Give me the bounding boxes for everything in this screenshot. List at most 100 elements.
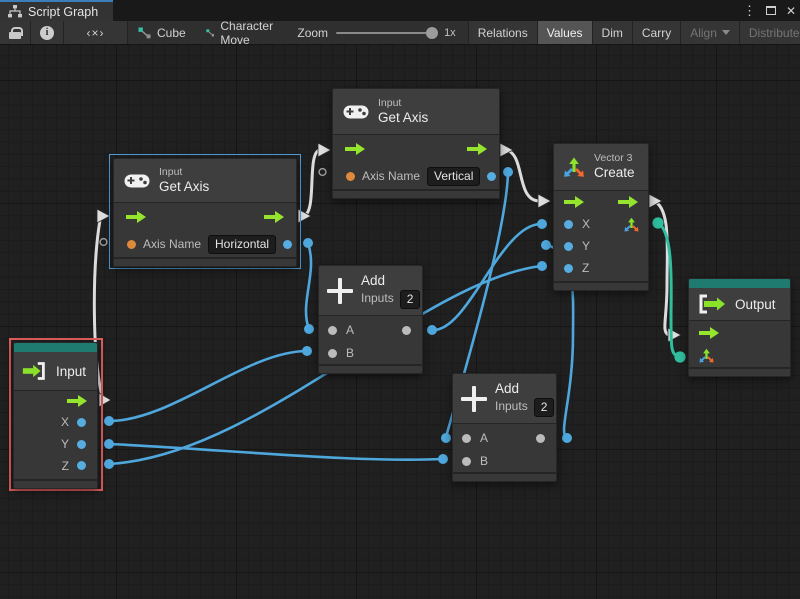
flow-out-port[interactable] xyxy=(264,211,284,224)
result-port[interactable] xyxy=(487,172,496,181)
node-subtitle: Input xyxy=(378,97,428,110)
axis-name-field[interactable]: Horizontal xyxy=(208,235,276,254)
zoom-value: 1x xyxy=(444,27,456,39)
node-input[interactable]: Input X Y Z xyxy=(13,342,98,489)
port-b[interactable] xyxy=(328,349,337,358)
gamepad-icon xyxy=(124,172,150,189)
node-title: Create xyxy=(594,165,635,182)
port-a[interactable] xyxy=(328,326,337,335)
node-footer xyxy=(689,367,790,376)
lock-button[interactable] xyxy=(0,21,31,44)
port-x[interactable] xyxy=(564,220,573,229)
port-x[interactable] xyxy=(77,418,86,427)
script-graph-window: Script Graph ⋮ ✕ i ‹×› Cube xyxy=(0,0,800,599)
node-footer xyxy=(319,364,422,373)
inputs-field[interactable]: 2 xyxy=(400,290,421,309)
output-icon xyxy=(697,294,727,314)
vector3-icon xyxy=(562,155,586,179)
inputs-label: Inputs xyxy=(361,291,394,307)
node-get-axis-horizontal[interactable]: Input Get Axis Axis Name Horizontal xyxy=(113,158,297,267)
graph-toolbar: i ‹×› Cube Character Move Zoom 1x xyxy=(0,21,800,45)
unit-category-strip xyxy=(689,279,790,288)
info-button[interactable]: i xyxy=(31,21,64,44)
window-menu-icon[interactable]: ⋮ xyxy=(743,4,756,17)
node-title: Output xyxy=(735,297,776,312)
mini-graph-icon xyxy=(138,27,151,39)
align-dropdown[interactable]: Align xyxy=(681,21,740,44)
port-y-label: Y xyxy=(582,239,590,253)
axis-name-label: Axis Name xyxy=(143,237,201,251)
plus-icon xyxy=(327,278,353,304)
port-a[interactable] xyxy=(462,434,471,443)
axis-name-port[interactable] xyxy=(127,240,136,249)
vector3-input-port[interactable] xyxy=(698,347,715,364)
port-y[interactable] xyxy=(564,242,573,251)
tab-bar: Script Graph ⋮ ✕ xyxy=(0,0,800,21)
node-output[interactable]: Output xyxy=(688,278,791,377)
zoom-label: Zoom xyxy=(297,26,328,40)
maximize-icon[interactable] xyxy=(766,6,776,15)
sum-port[interactable] xyxy=(536,434,545,443)
variables-button[interactable]: ‹×› xyxy=(64,21,128,44)
flow-in-port[interactable] xyxy=(564,196,584,209)
values-button[interactable]: Values xyxy=(538,21,593,44)
port-b-label: B xyxy=(480,454,488,468)
tab-label: Script Graph xyxy=(28,5,98,19)
node-add-1[interactable]: Add Inputs 2 A B xyxy=(318,265,423,374)
vector3-output-port[interactable] xyxy=(623,216,640,233)
breadcrumb-cube[interactable]: Cube xyxy=(128,21,196,44)
zoom-slider[interactable] xyxy=(336,32,436,34)
chevron-down-icon xyxy=(722,30,730,35)
flow-out-port[interactable] xyxy=(467,143,487,156)
unit-category-strip xyxy=(14,343,97,352)
graph-tree-icon xyxy=(8,5,22,18)
inputs-field[interactable]: 2 xyxy=(534,398,555,417)
gamepad-icon xyxy=(343,103,369,120)
node-footer xyxy=(114,257,296,266)
breadcrumb-label: Cube xyxy=(157,26,186,40)
port-y[interactable] xyxy=(77,440,86,449)
port-z-label: Z xyxy=(582,261,589,275)
port-b[interactable] xyxy=(462,457,471,466)
port-y-label: Y xyxy=(61,437,69,451)
flow-out-port[interactable] xyxy=(618,196,638,209)
plus-icon xyxy=(461,386,487,412)
node-add-2[interactable]: Add Inputs 2 A B xyxy=(452,373,557,482)
info-icon: i xyxy=(40,26,54,40)
inputs-label: Inputs xyxy=(495,399,528,415)
node-vector3-create[interactable]: Vector 3 Create X Y Z xyxy=(553,143,649,291)
port-z[interactable] xyxy=(77,461,86,470)
node-subtitle: Vector 3 xyxy=(594,152,635,165)
port-z-label: Z xyxy=(62,459,69,473)
port-z[interactable] xyxy=(564,264,573,273)
flow-out-port[interactable] xyxy=(67,395,87,408)
mini-graph-icon xyxy=(206,27,215,39)
port-a-label: A xyxy=(480,431,488,445)
axis-name-label: Axis Name xyxy=(362,169,420,183)
port-a-label: A xyxy=(346,323,354,337)
axis-name-field[interactable]: Vertical xyxy=(427,167,480,186)
close-icon[interactable]: ✕ xyxy=(786,5,796,17)
result-port[interactable] xyxy=(283,240,292,249)
breadcrumb-label: Character Move xyxy=(220,19,277,47)
node-get-axis-vertical[interactable]: Input Get Axis Axis Name Vertical xyxy=(332,88,500,199)
flow-in-port[interactable] xyxy=(345,143,365,156)
node-footer xyxy=(554,281,648,290)
relations-button[interactable]: Relations xyxy=(469,21,538,44)
port-x-label: X xyxy=(61,415,69,429)
breadcrumb-character-move[interactable]: Character Move xyxy=(196,21,288,44)
node-footer xyxy=(453,472,556,481)
flow-in-port[interactable] xyxy=(126,211,146,224)
flow-in-port[interactable] xyxy=(699,327,719,340)
node-subtitle: Input xyxy=(159,166,209,179)
node-title: Add xyxy=(495,380,554,398)
tab-script-graph[interactable]: Script Graph xyxy=(0,0,113,21)
dim-button[interactable]: Dim xyxy=(593,21,633,44)
axis-name-port[interactable] xyxy=(346,172,355,181)
distribute-dropdown[interactable]: Distribute xyxy=(740,21,800,44)
carry-button[interactable]: Carry xyxy=(633,21,681,44)
zoom-slider-handle[interactable] xyxy=(426,27,438,39)
node-title: Get Axis xyxy=(378,110,428,127)
sum-port[interactable] xyxy=(402,326,411,335)
variables-icon: ‹×› xyxy=(87,26,105,40)
